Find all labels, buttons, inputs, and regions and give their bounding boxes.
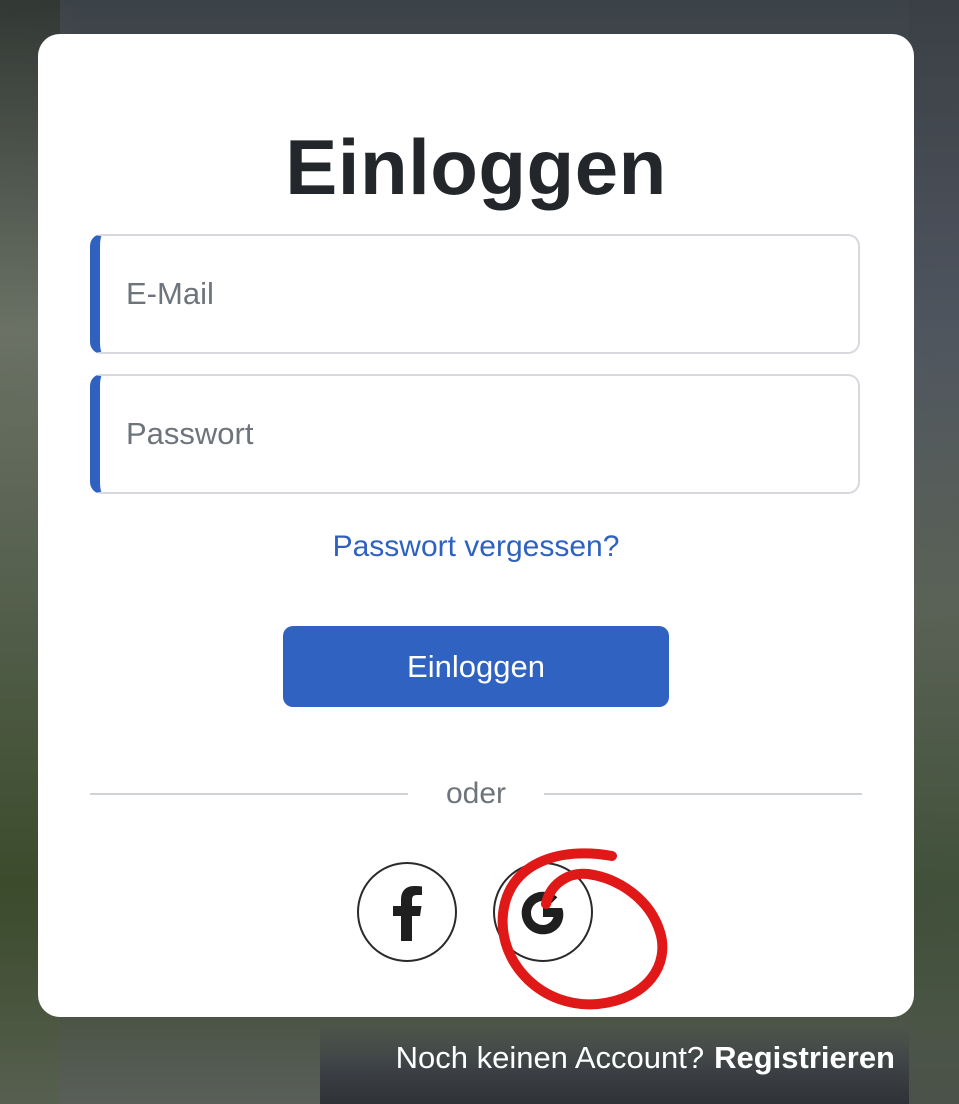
or-divider: oder bbox=[90, 774, 862, 814]
divider-line-right bbox=[544, 793, 862, 795]
page-title: Einloggen bbox=[285, 123, 667, 211]
google-login-button[interactable] bbox=[493, 862, 593, 962]
email-field-container bbox=[90, 234, 860, 354]
login-card: Einloggen Passwort vergessen? Einloggen … bbox=[38, 34, 914, 1017]
google-icon bbox=[516, 885, 570, 939]
facebook-icon bbox=[390, 883, 424, 941]
login-button[interactable]: Einloggen bbox=[283, 626, 669, 707]
register-prompt: Noch keinen Account? Registrieren bbox=[396, 1040, 895, 1076]
register-prompt-text: Noch keinen Account? bbox=[395, 1040, 705, 1075]
password-field-container bbox=[90, 374, 860, 494]
divider-line-left bbox=[90, 793, 408, 795]
facebook-login-button[interactable] bbox=[357, 862, 457, 962]
register-link[interactable]: Registrieren bbox=[714, 1040, 895, 1075]
email-field[interactable] bbox=[100, 236, 858, 352]
forgot-password-link[interactable]: Passwort vergessen? bbox=[38, 530, 914, 564]
divider-text: oder bbox=[445, 777, 507, 810]
password-field[interactable] bbox=[100, 376, 858, 492]
